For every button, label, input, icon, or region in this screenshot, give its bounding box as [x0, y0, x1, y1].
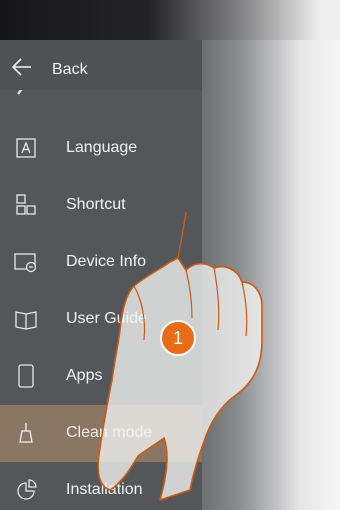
menu-item-language[interactable]: Language [0, 120, 202, 177]
menu-item-label: Language [66, 139, 138, 156]
user-guide-icon [15, 311, 37, 330]
menu-item-shortcut[interactable]: Shortcut [0, 177, 202, 234]
menu-item-label: Clean mode [66, 424, 153, 441]
back-label: Back [52, 61, 88, 78]
device-info-icon [14, 253, 37, 273]
menu-item-apps[interactable]: Apps [0, 348, 202, 405]
language-icon [16, 138, 36, 158]
menu-item-clean-mode[interactable]: Clean mode [0, 405, 202, 462]
menu-item-label: Shortcut [66, 196, 126, 213]
menu-item-installation[interactable]: Installation [0, 462, 202, 510]
installation-icon [17, 479, 37, 500]
menu-item-label: Device Info [66, 253, 147, 270]
menu-item-label: Installation [66, 481, 143, 498]
back-button[interactable]: Back [0, 40, 202, 90]
menu-item-device-info[interactable]: Device Info [0, 234, 202, 291]
settings-menu: Back Preferences Language Shortcut [0, 40, 202, 510]
clean-mode-icon [19, 423, 33, 443]
device-screen: Back Preferences Language Shortcut [0, 0, 340, 510]
back-arrow-icon [11, 58, 31, 76]
step-callout-badge: 1 [160, 320, 196, 356]
shortcut-icon [16, 194, 36, 215]
apps-icon [18, 364, 34, 388]
top-bar [0, 0, 340, 40]
menu-item-label: User Guide [66, 310, 147, 327]
menu-item-label: Apps [66, 367, 103, 384]
